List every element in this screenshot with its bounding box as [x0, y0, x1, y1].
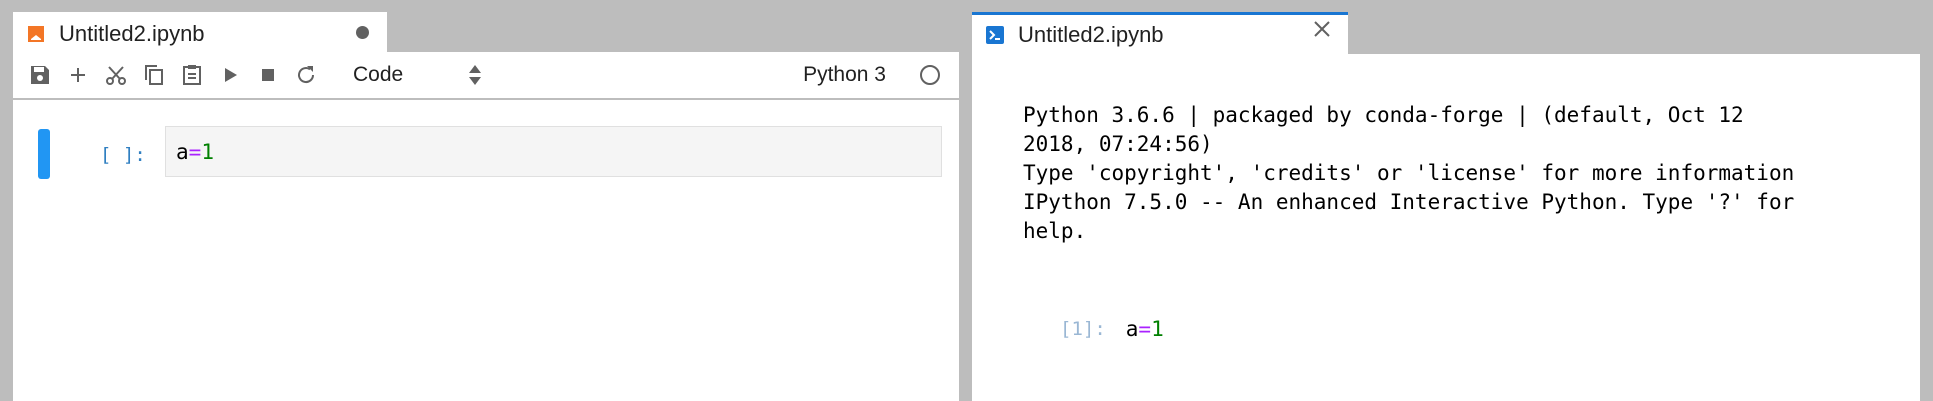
restart-icon: [298, 66, 315, 84]
save-icon: [31, 66, 49, 84]
console-panel: Untitled2.ipynb Python 3.6.6 | packaged …: [972, 0, 1920, 401]
kernel-name[interactable]: Python 3: [803, 63, 886, 87]
paste-button[interactable]: [177, 60, 207, 90]
notebook-content: Code Python 3 [ ]: a = 1: [13, 52, 959, 401]
insert-cell-button[interactable]: [63, 60, 93, 90]
cut-button[interactable]: [101, 60, 131, 90]
save-button[interactable]: [25, 60, 55, 90]
paste-icon: [183, 65, 201, 85]
console-prompt: [1]:: [1060, 318, 1106, 340]
console-tab-title: Untitled2.ipynb: [1018, 21, 1164, 47]
kernel-status-idle-icon: [920, 65, 940, 85]
notebook-tab-title: Untitled2.ipynb: [59, 21, 205, 46]
notebook-tab[interactable]: Untitled2.ipynb: [13, 12, 387, 54]
cell-type-label: Code: [353, 63, 404, 86]
cell-type-dropdown[interactable]: Code: [353, 63, 483, 87]
code-token-operator: =: [1138, 317, 1152, 341]
code-token-number: 1: [1151, 317, 1164, 341]
cell-collapser[interactable]: [38, 129, 50, 179]
copy-button[interactable]: [139, 60, 169, 90]
code-token-variable: a: [1125, 317, 1139, 341]
notebook-toolbar: Code Python 3: [13, 52, 959, 100]
notebook-panel: Untitled2.ipynb Code Python 3 []: a = 1: [13, 0, 959, 401]
add-icon: [71, 68, 85, 82]
unsaved-indicator-icon[interactable]: [356, 26, 369, 39]
updown-arrows-icon: [469, 65, 481, 85]
code-token-number: 1: [201, 139, 214, 164]
stop-icon: [262, 69, 274, 81]
cell-prompt: [ ]:: [100, 144, 146, 166]
console-content: Python 3.6.6 | packaged by conda-forge |…: [972, 54, 1920, 401]
restart-button[interactable]: [291, 60, 321, 90]
console-tab[interactable]: Untitled2.ipynb: [972, 12, 1348, 54]
notebook-icon: [28, 26, 44, 42]
console-icon: [986, 25, 1004, 44]
cut-icon: [106, 66, 126, 85]
code-token-variable: a: [176, 139, 189, 164]
close-tab-button[interactable]: [1310, 17, 1334, 41]
run-icon: [225, 68, 237, 82]
code-cell[interactable]: [ ]: a = 1: [13, 126, 959, 180]
cell-editor[interactable]: a = 1: [165, 126, 942, 177]
interrupt-button[interactable]: [253, 60, 283, 90]
console-input-cell[interactable]: [1]: a=1: [1060, 317, 1164, 341]
run-button[interactable]: [215, 60, 245, 90]
copy-icon: [145, 65, 163, 85]
code-token-operator: =: [188, 139, 202, 164]
console-code[interactable]: a=1: [1126, 317, 1164, 341]
console-banner: Python 3.6.6 | packaged by conda-forge |…: [1023, 103, 1795, 243]
close-icon: [1314, 21, 1330, 37]
